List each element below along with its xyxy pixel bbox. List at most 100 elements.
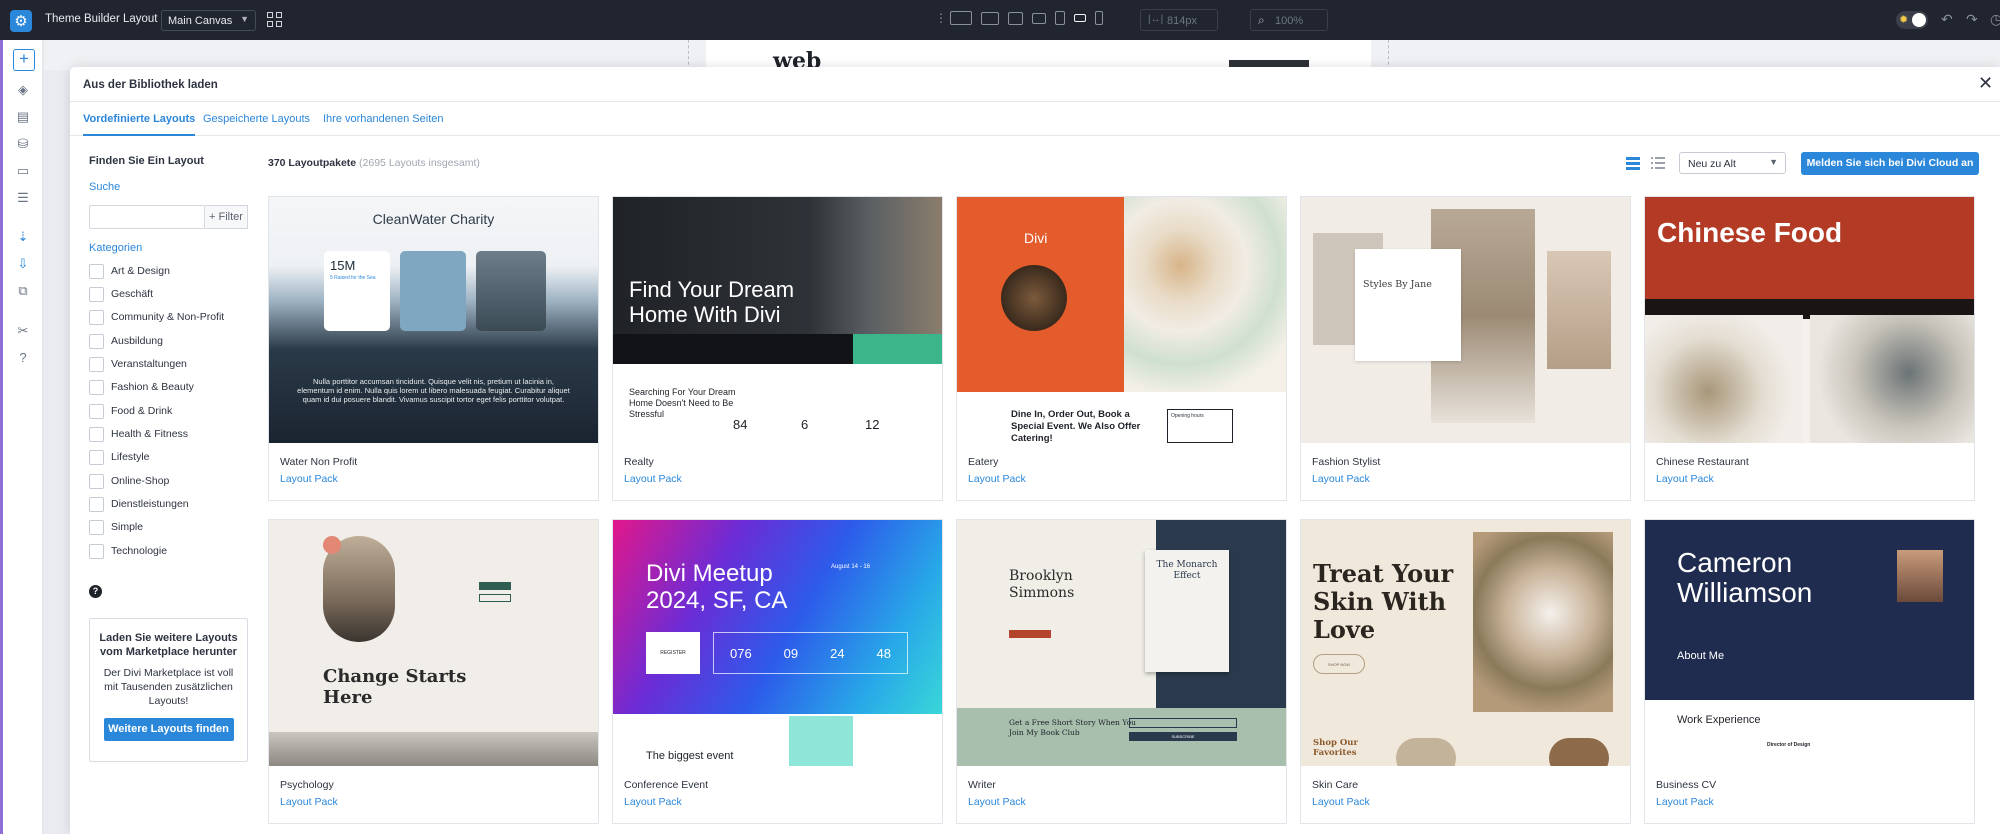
database-icon[interactable]: ⛁ xyxy=(15,136,31,152)
tablet-landscape-icon[interactable] xyxy=(1032,12,1046,24)
category-checkbox[interactable]: Art & Design xyxy=(89,263,170,279)
redo-icon[interactable]: ↷ xyxy=(1966,11,1978,28)
category-checkbox[interactable]: Geschäft xyxy=(89,286,153,302)
preview-stat: 15M xyxy=(330,258,356,273)
preview-hours: Opening hours xyxy=(1167,409,1233,443)
search-label: Suche xyxy=(89,181,121,193)
category-checkbox[interactable]: Food & Drink xyxy=(89,403,172,419)
canvas-grid-icon[interactable] xyxy=(267,12,282,27)
layout-thumbnail: Find Your Dream Home With Divi Searching… xyxy=(613,197,942,443)
desktop-wide-icon[interactable] xyxy=(950,11,972,25)
canvas-width-field[interactable]: |↔| 814px xyxy=(1140,9,1218,31)
checkbox[interactable] xyxy=(89,263,104,279)
text-panel-icon[interactable]: ▭ xyxy=(15,163,31,179)
category-checkbox[interactable]: Veranstaltungen xyxy=(89,356,187,372)
theme-toggle[interactable]: ✹ xyxy=(1896,11,1928,29)
zoom-value: 100% xyxy=(1275,15,1304,27)
canvas-guide-left xyxy=(688,40,689,70)
layout-thumbnail: CleanWater Charity 15M 5 Raised for the … xyxy=(269,197,598,443)
layout-thumbnail: Change Starts Here xyxy=(269,520,598,766)
canvas-width-value: 814px xyxy=(1167,15,1197,27)
divi-cloud-login-button[interactable]: Melden Sie sich bei Divi Cloud an xyxy=(1801,152,1979,175)
layout-card[interactable]: Change Starts Here Psychology Layout Pac… xyxy=(268,519,599,824)
checkbox[interactable] xyxy=(89,379,104,395)
library-active-icon[interactable]: ⇩ xyxy=(15,256,31,272)
left-toolbar: + ◈ ▤ ⛁ ▭ ☰ ⇣ ⇩ ⧉ ✂ ? xyxy=(3,40,43,834)
search-input[interactable] xyxy=(89,205,205,229)
layout-card[interactable]: Cameron Williamson About Me Work Experie… xyxy=(1644,519,1975,824)
layout-name: Business CV xyxy=(1656,779,1717,791)
category-checkbox[interactable]: Lifestyle xyxy=(89,449,150,465)
checkbox[interactable] xyxy=(89,309,104,325)
layout-card[interactable]: Styles By Jane Fashion Stylist Layout Pa… xyxy=(1300,196,1631,501)
checkbox[interactable] xyxy=(89,356,104,372)
checkbox[interactable] xyxy=(89,473,104,489)
category-checkbox[interactable]: Ausbildung xyxy=(89,333,163,349)
checkbox[interactable] xyxy=(89,426,104,442)
layout-card[interactable]: Divi Dine In, Order Out, Book a Special … xyxy=(956,196,1287,501)
tab-predefined-layouts[interactable]: Vordefinierte Layouts xyxy=(83,102,196,136)
preview-date: August 14 - 16 xyxy=(831,564,871,570)
layout-thumbnail: Divi Dine In, Order Out, Book a Special … xyxy=(957,197,1286,443)
filter-button[interactable]: + Filter xyxy=(205,205,248,229)
checkbox[interactable] xyxy=(89,543,104,559)
desktop-icon[interactable] xyxy=(981,11,999,25)
preview-headline: Change Starts Here xyxy=(323,666,467,708)
preview-stat-c: 12 xyxy=(865,417,880,432)
layout-card[interactable]: Divi Meetup 2024, SF, CA August 14 - 16 … xyxy=(612,519,943,824)
sort-select[interactable]: Neu zu Alt ▼ xyxy=(1679,152,1786,174)
category-checkbox[interactable]: Health & Fitness xyxy=(89,426,188,442)
sliders-icon[interactable]: ☰ xyxy=(15,190,31,206)
tab-saved-layouts[interactable]: Gespeicherte Layouts xyxy=(203,102,310,136)
layout-card[interactable]: Find Your Dream Home With Divi Searching… xyxy=(612,196,943,501)
checkbox[interactable] xyxy=(89,449,104,465)
find-more-layouts-button[interactable]: Weitere Layouts finden xyxy=(103,718,234,741)
undo-icon[interactable]: ↶ xyxy=(1941,11,1953,28)
layout-card[interactable]: Chinese Food Chinese Restaurant Layout P… xyxy=(1644,196,1975,501)
chevron-down-icon: ▼ xyxy=(240,14,249,24)
category-checkbox[interactable]: Fashion & Beauty xyxy=(89,379,194,395)
layout-card[interactable]: CleanWater Charity 15M 5 Raised for the … xyxy=(268,196,599,501)
preview-headline: Find Your Dream Home With Divi xyxy=(629,277,795,327)
history-icon[interactable]: ◷ xyxy=(1990,11,2000,28)
preview-stat-card: 15M 5 Raised for the Sea xyxy=(324,251,390,331)
layout-card[interactable]: Brooklyn Simmons The Monarch Effect Get … xyxy=(956,519,1287,824)
checkbox[interactable] xyxy=(89,286,104,302)
drag-handle-icon[interactable]: ⋮ xyxy=(935,11,947,25)
tablet-icon[interactable] xyxy=(1055,11,1065,25)
library-import-icon[interactable]: ⇣ xyxy=(15,229,31,245)
preview-book-title: The Monarch Effect xyxy=(1156,560,1218,581)
settings-gear-icon[interactable]: ⚙ xyxy=(10,10,32,32)
list-view-icon[interactable] xyxy=(1651,157,1665,170)
phone-icon[interactable] xyxy=(1095,11,1103,25)
canvas-select[interactable]: Main Canvas ▼ xyxy=(161,10,256,31)
pages-icon[interactable]: ▤ xyxy=(15,109,31,125)
close-icon[interactable]: ✕ xyxy=(1978,73,1993,94)
preview-stat-sub: 5 Raised for the Sea xyxy=(330,275,376,281)
help-question-icon[interactable]: ? xyxy=(15,350,31,366)
phone-landscape-icon[interactable] xyxy=(1074,14,1086,22)
help-icon[interactable]: ? xyxy=(89,585,102,598)
zoom-field[interactable]: ⌕ 100% xyxy=(1250,9,1328,31)
portability-icon[interactable]: ⧉ xyxy=(15,283,31,299)
checkbox[interactable] xyxy=(89,519,104,535)
layers-icon[interactable]: ◈ xyxy=(15,82,31,98)
category-checkbox[interactable]: Dienstleistungen xyxy=(89,496,189,512)
checkbox[interactable] xyxy=(89,403,104,419)
tools-icon[interactable]: ✂ xyxy=(15,323,31,339)
add-module-icon[interactable]: + xyxy=(13,49,35,71)
category-checkbox[interactable]: Simple xyxy=(89,519,143,535)
countdown-seconds: 48 xyxy=(876,645,891,661)
checkbox[interactable] xyxy=(89,496,104,512)
tab-existing-pages[interactable]: Ihre vorhandenen Seiten xyxy=(323,102,443,136)
category-checkbox[interactable]: Technologie xyxy=(89,543,167,559)
grid-view-icon[interactable] xyxy=(1626,157,1640,170)
layout-card[interactable]: Treat Your Skin With Love SHOP NOW Shop … xyxy=(1300,519,1631,824)
checkbox[interactable] xyxy=(89,333,104,349)
category-label: Lifestyle xyxy=(111,451,150,463)
laptop-icon[interactable] xyxy=(1008,11,1023,25)
layout-thumbnail: Styles By Jane xyxy=(1301,197,1630,443)
category-checkbox[interactable]: Community & Non-Profit xyxy=(89,309,224,325)
layout-name: Skin Care xyxy=(1312,779,1359,791)
category-checkbox[interactable]: Online-Shop xyxy=(89,473,169,489)
